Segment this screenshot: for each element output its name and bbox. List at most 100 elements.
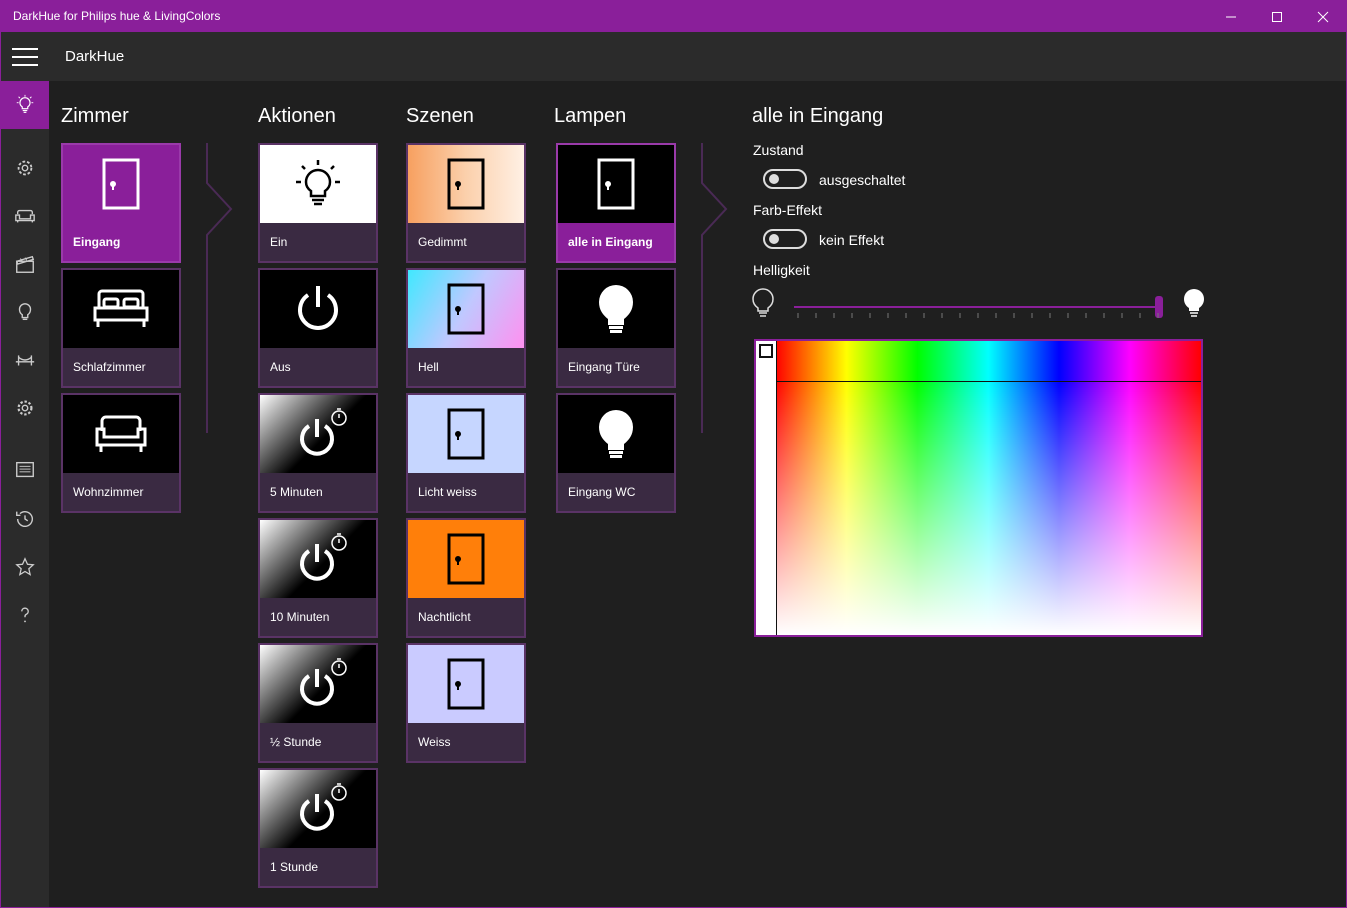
bulb-on-icon — [296, 160, 340, 206]
log-icon — [16, 461, 34, 478]
scene-tile-nachtlicht[interactable]: Nachtlicht — [406, 518, 526, 638]
tile-label: Gedimmt — [418, 235, 467, 249]
lightbulb-icon — [599, 285, 633, 333]
zustand-toggle[interactable] — [763, 169, 807, 189]
tile-art — [260, 145, 376, 223]
action-tile-10-minuten[interactable]: 10 Minuten — [258, 518, 378, 638]
power-timer-icon — [300, 658, 347, 706]
tile-label: 10 Minuten — [270, 610, 330, 624]
bed-icon — [93, 289, 149, 327]
minimize-icon — [1226, 16, 1236, 17]
action-tile-ein[interactable]: Ein — [258, 143, 378, 263]
room-tile-schlafzimmer[interactable]: Schlafzimmer — [61, 268, 181, 388]
door-icon — [447, 283, 485, 335]
tile-art — [260, 520, 376, 598]
bridge-icon — [15, 355, 35, 366]
close-button[interactable] — [1300, 1, 1346, 32]
tile-label: Ein — [270, 235, 288, 249]
szenen-title: Szenen — [406, 105, 474, 127]
color-picker-field[interactable] — [776, 381, 1201, 635]
bulb-icon — [16, 94, 34, 113]
color-picker-hue-band[interactable] — [776, 341, 1201, 381]
nav-bridge[interactable] — [1, 336, 49, 384]
tile-art — [408, 395, 524, 473]
nav-rooms[interactable] — [1, 192, 49, 240]
nav-help[interactable] — [1, 591, 49, 639]
helligkeit-label: Helligkeit — [753, 262, 810, 278]
tile-art — [260, 770, 376, 848]
tile-label: Hell — [418, 360, 439, 374]
title-bar: DarkHue for Philips hue & LivingColors — [1, 1, 1346, 32]
power-timer-icon — [300, 533, 347, 581]
tile-label: Weiss — [418, 735, 451, 749]
color-picker[interactable] — [754, 339, 1203, 637]
scene-tile-licht-weiss[interactable]: Licht weiss — [406, 393, 526, 513]
tile-label: 1 Stunde — [270, 860, 319, 874]
color-picker-crosshair-horizontal — [776, 381, 1201, 382]
farbeffekt-toggle[interactable] — [763, 229, 807, 249]
bridge-gear-icon — [17, 160, 33, 176]
lightbulb-icon — [18, 303, 32, 321]
door-icon — [447, 408, 485, 460]
helligkeit-slider-track[interactable] — [794, 306, 1159, 308]
nav-bridge-settings[interactable] — [1, 144, 49, 192]
scene-tile-hell[interactable]: Hell — [406, 268, 526, 388]
room-tile-wohnzimmer[interactable]: Wohnzimmer — [61, 393, 181, 513]
sidebar — [1, 81, 49, 907]
app-name: DarkHue — [65, 48, 125, 65]
action-tile-aus[interactable]: Aus — [258, 268, 378, 388]
zustand-label: Zustand — [753, 142, 804, 158]
hamburger-menu-button[interactable] — [1, 32, 49, 81]
nav-settings[interactable] — [1, 384, 49, 432]
clapperboard-icon — [15, 255, 35, 273]
farbeffekt-label: Farb-Effekt — [753, 202, 822, 218]
action-tile-halbe-stunde[interactable]: ½ Stunde — [258, 643, 378, 763]
lampen-title: Lampen — [554, 105, 627, 127]
lamp-tile-eingang-wc[interactable]: Eingang WC — [556, 393, 676, 513]
lightbulb-icon — [599, 410, 633, 458]
nav-lamps[interactable] — [1, 288, 49, 336]
door-icon — [102, 158, 140, 210]
door-icon — [447, 658, 485, 710]
tile-art — [408, 645, 524, 723]
nav-lights[interactable] — [1, 81, 49, 129]
tile-label: alle in Eingang — [568, 235, 653, 249]
action-tile-5-minuten[interactable]: 5 Minuten — [258, 393, 378, 513]
door-icon — [447, 158, 485, 210]
tile-label: Eingang WC — [568, 485, 636, 499]
tile-art — [408, 270, 524, 348]
scene-tile-gedimmt[interactable]: Gedimmt — [406, 143, 526, 263]
tile-label: Nachtlicht — [418, 610, 471, 624]
color-picker-brightness-strip[interactable] — [756, 341, 776, 635]
scene-tile-weiss[interactable]: Weiss — [406, 643, 526, 763]
tile-art — [260, 270, 376, 348]
color-picker-strip-knob[interactable] — [759, 344, 773, 358]
nav-log[interactable] — [1, 446, 49, 494]
tile-art — [558, 145, 674, 223]
action-tile-1-stunde[interactable]: 1 Stunde — [258, 768, 378, 888]
lamp-tile-alle-in-eingang[interactable]: alle in Eingang — [556, 143, 676, 263]
history-icon — [16, 511, 33, 528]
tile-art — [558, 270, 674, 348]
nav-history[interactable] — [1, 495, 49, 543]
slider-ticks — [797, 313, 1159, 318]
power-timer-icon — [300, 783, 347, 831]
nav-scenes[interactable] — [1, 240, 49, 288]
tile-art — [260, 645, 376, 723]
column-divider — [701, 143, 728, 433]
sofa-icon — [95, 415, 147, 452]
minimize-button[interactable] — [1208, 1, 1254, 32]
nav-favorites[interactable] — [1, 543, 49, 591]
sofa-icon — [15, 209, 35, 223]
power-timer-icon — [300, 408, 347, 456]
room-tile-eingang[interactable]: Eingang — [61, 143, 181, 263]
tile-label: Aus — [270, 360, 291, 374]
maximize-button[interactable] — [1254, 1, 1300, 32]
lamp-tile-eingang-tuere[interactable]: Eingang Türe — [556, 268, 676, 388]
zimmer-title: Zimmer — [61, 105, 129, 127]
door-icon — [447, 533, 485, 585]
window-title: DarkHue for Philips hue & LivingColors — [13, 9, 221, 23]
tile-art — [408, 145, 524, 223]
close-icon — [1317, 11, 1329, 22]
tile-art — [260, 395, 376, 473]
